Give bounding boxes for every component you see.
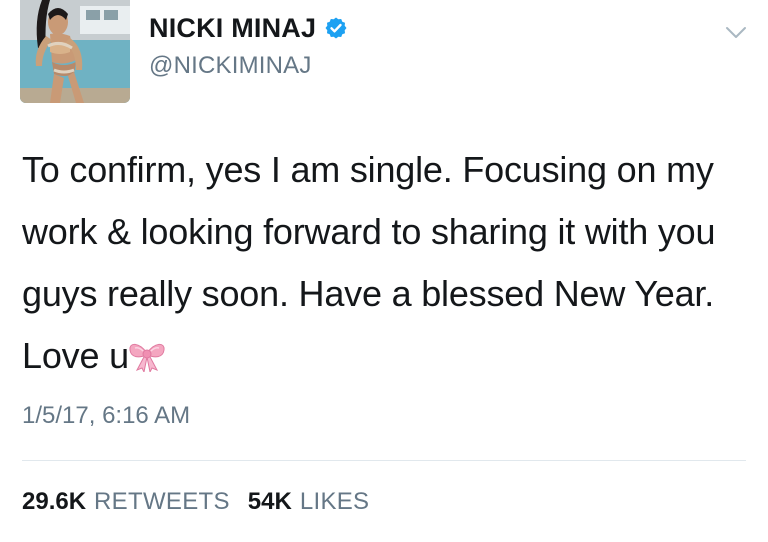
author-name[interactable]: NICKI MINAJ (149, 12, 316, 44)
author-handle[interactable]: @NICKIMINAJ (149, 51, 312, 81)
retweets-count: 29.6K (22, 488, 87, 515)
tweet-stats: 29.6K RETWEETS 54K LIKES (22, 486, 369, 518)
chevron-down-icon[interactable] (724, 24, 748, 42)
retweets-label: RETWEETS (94, 488, 230, 515)
likes-count: 54K (247, 488, 292, 515)
verified-badge-icon (325, 17, 347, 39)
profile-photo (20, 0, 130, 103)
divider (22, 460, 746, 461)
tweet-text: To confirm, yes I am single. Focusing on… (22, 139, 752, 387)
likes-stat[interactable]: 54K LIKES (248, 486, 370, 518)
tweet-timestamp[interactable]: 1/5/17, 6:16 AM (22, 400, 190, 432)
avatar[interactable] (20, 0, 130, 103)
ribbon-bow-emoji (129, 343, 165, 372)
likes-label: LIKES (299, 488, 370, 515)
retweets-stat[interactable]: 29.6K RETWEETS (22, 486, 230, 518)
author-name-row[interactable]: NICKI MINAJ (149, 12, 348, 44)
